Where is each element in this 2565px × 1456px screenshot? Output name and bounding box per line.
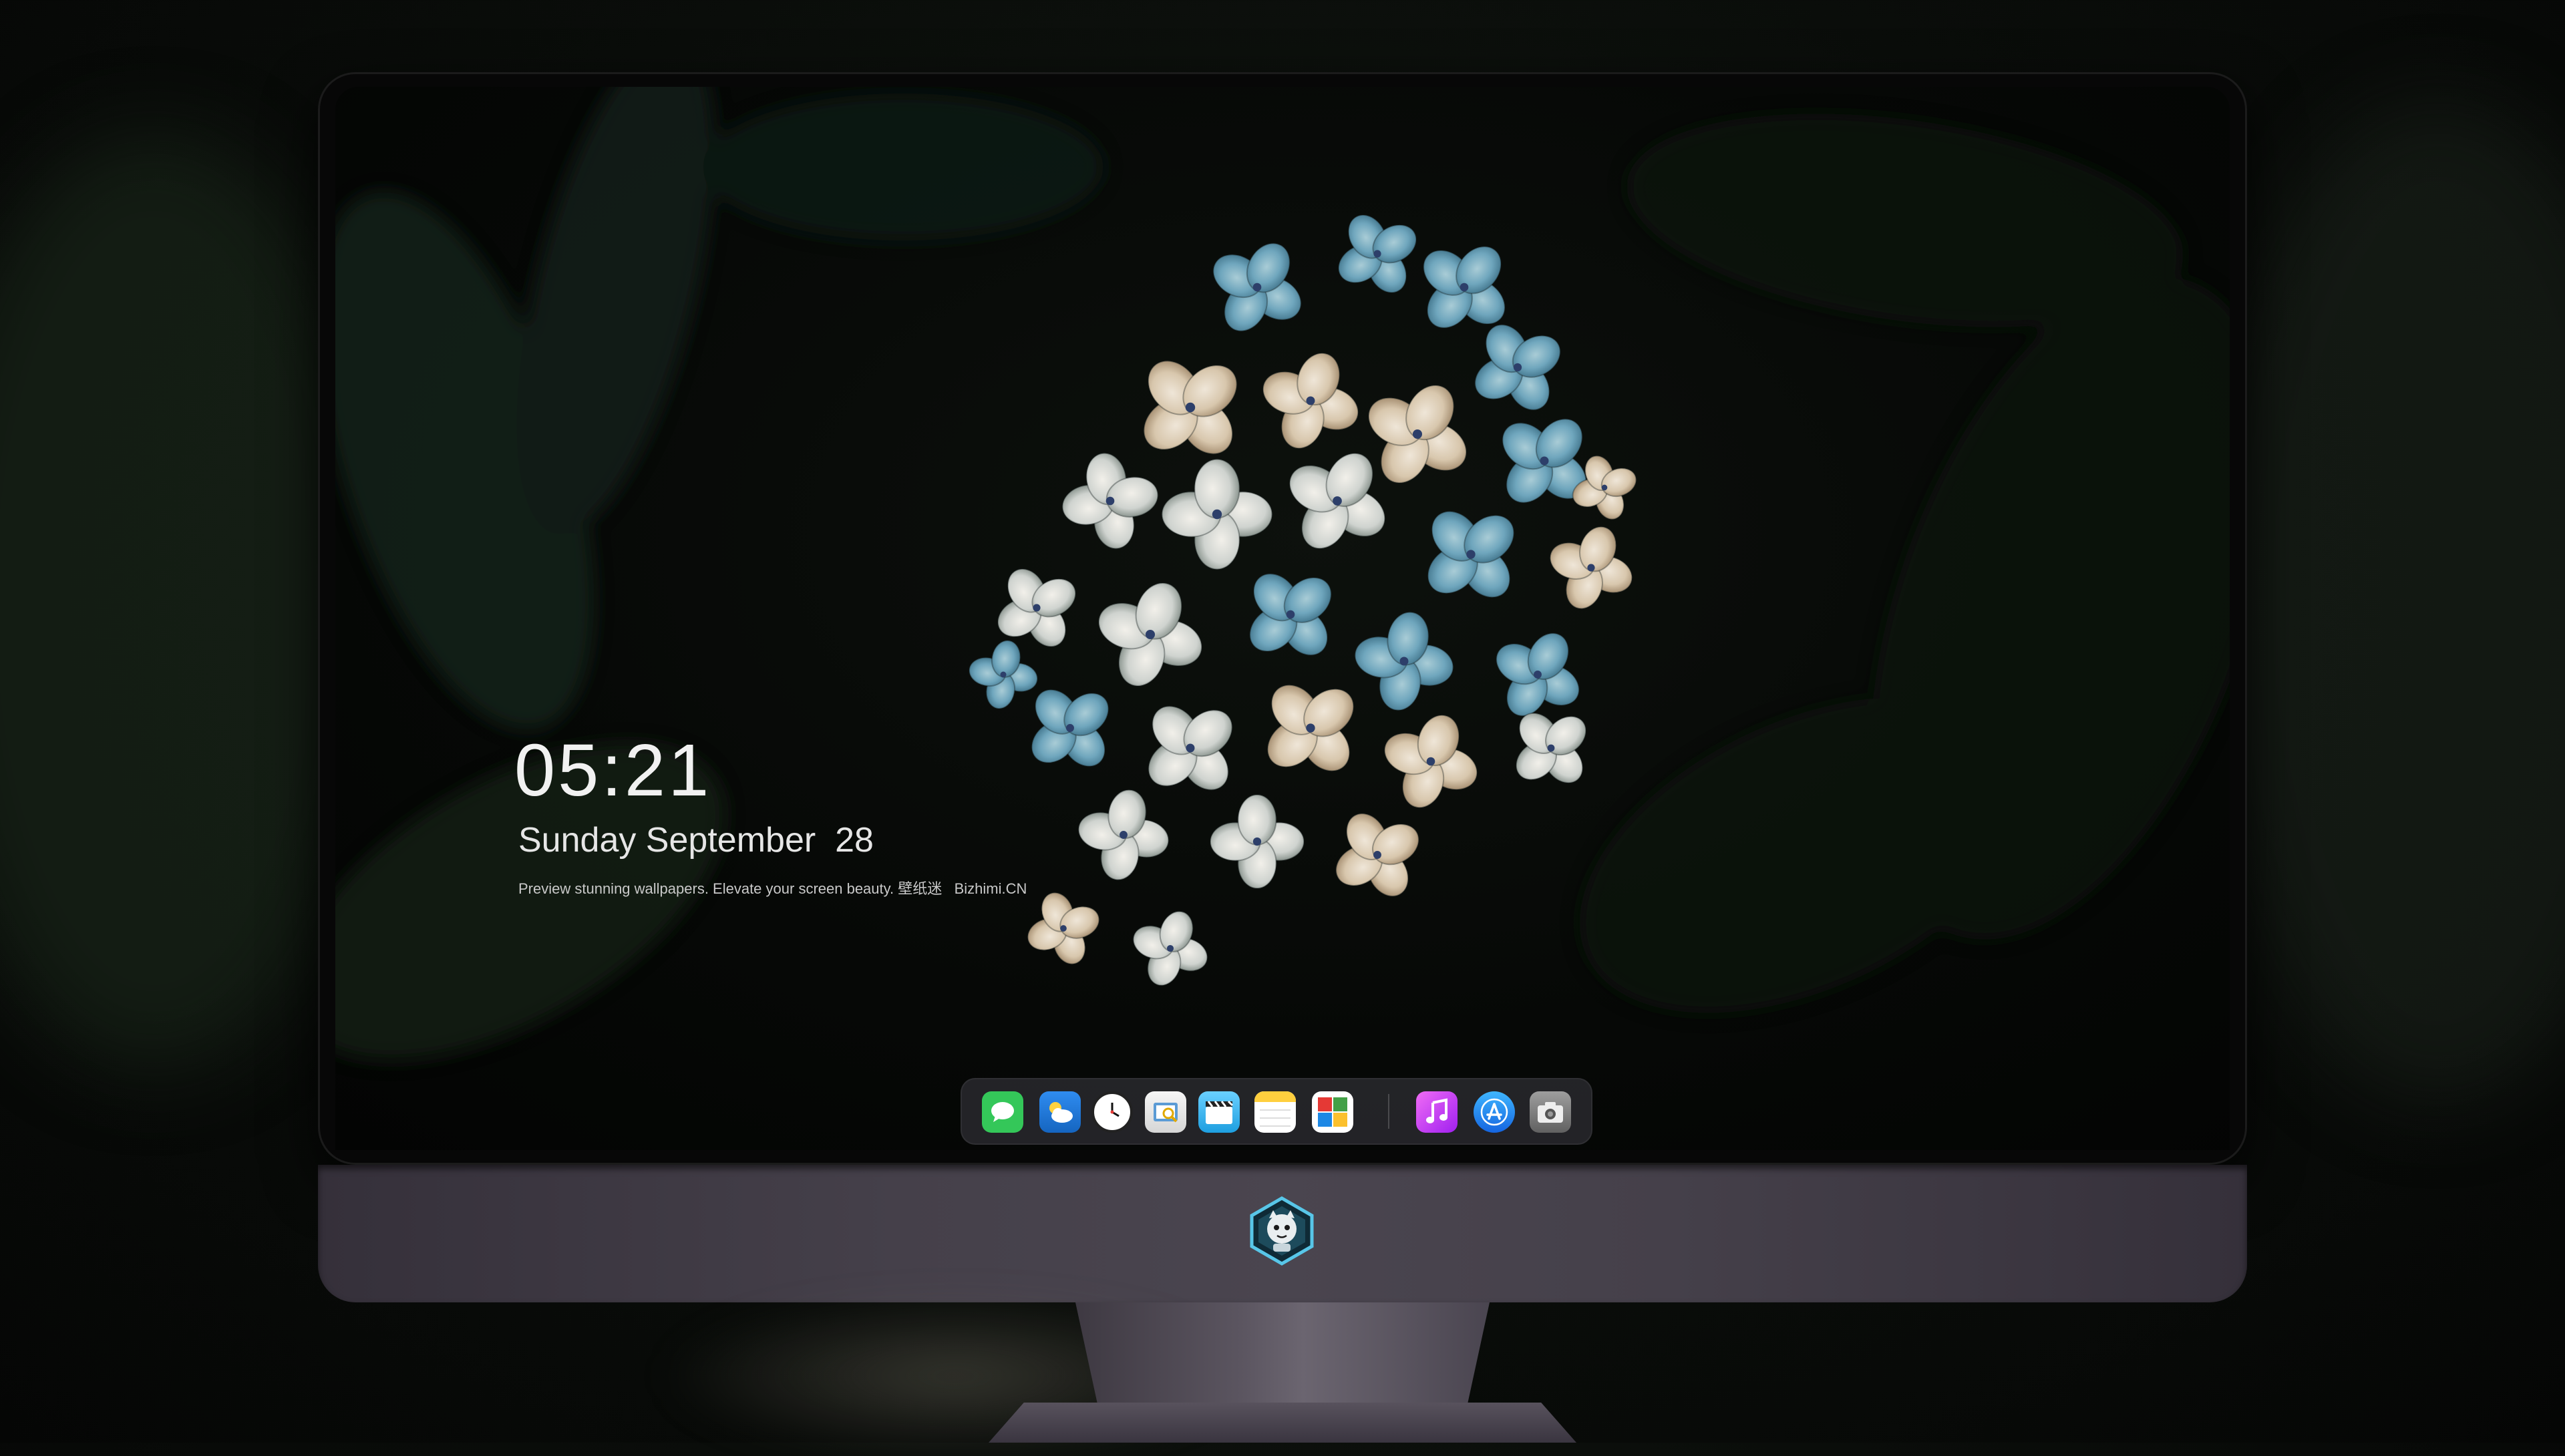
hydrangea-floret [1061,452,1159,550]
hydrangea-floret [1249,573,1332,656]
hydrangea-floret [1077,789,1170,881]
hydrangea-floret [1427,510,1515,598]
appstore-icon[interactable] [1474,1091,1515,1133]
hydrangea-floret [1289,452,1386,550]
wallpaper-hydrangea [335,87,2230,1061]
hydrangea-floret [997,568,1077,648]
hydrangea-cluster [969,214,1637,986]
monitor-stand-base [989,1403,1576,1443]
desktop-screen: 05:21 Sunday September 28 Preview stunni… [335,87,2230,1150]
hydrangea-floret [1143,360,1238,455]
lock-clock-time: 05:21 [514,729,712,811]
photobooth-icon[interactable] [1312,1091,1353,1133]
hydrangea-floret [1496,632,1580,717]
hydrangea-floret [1367,384,1468,484]
hydrangea-floret [1262,352,1359,449]
wallpaper-caption: Preview stunning wallpapers. Elevate you… [518,880,1027,897]
clock-icon[interactable] [1091,1091,1133,1133]
hydrangea-floret [1027,892,1100,965]
hydrangea-floret [1572,455,1637,520]
weather-icon[interactable] [1039,1091,1081,1133]
hydrangea-floret [969,640,1038,709]
hydrangea-floret [1148,705,1233,791]
hydrangea-floret [1031,689,1109,767]
hydrangea-floret [1383,714,1478,809]
hydrangea-floret [1474,324,1561,411]
dock [961,1078,1592,1145]
hydrangea-floret [1161,458,1273,570]
camera-icon[interactable] [1530,1091,1571,1133]
preview-icon[interactable] [1145,1091,1186,1133]
background-foliage [2204,100,2565,1102]
music-icon[interactable] [1416,1091,1458,1133]
hydrangea-floret [1549,526,1633,610]
dock-divider [1388,1094,1389,1129]
hydrangea-floret [1423,246,1506,329]
clips-icon[interactable] [1198,1091,1240,1133]
brand-logo-icon [1246,1196,1317,1266]
notes-icon[interactable] [1254,1091,1296,1133]
lock-clock-date: Sunday September 28 [518,821,874,860]
messages-icon[interactable] [982,1091,1023,1133]
hydrangea-floret [1212,242,1302,332]
hydrangea-floret [1354,611,1454,711]
hydrangea-floret [1337,214,1417,294]
hydrangea-floret [1335,813,1419,897]
hydrangea-floret [1266,684,1355,772]
hydrangea-floret [1132,910,1208,986]
hydrangea-floret [1209,793,1305,890]
hydrangea-floret [1515,712,1587,784]
hydrangea-floret [1097,582,1203,687]
